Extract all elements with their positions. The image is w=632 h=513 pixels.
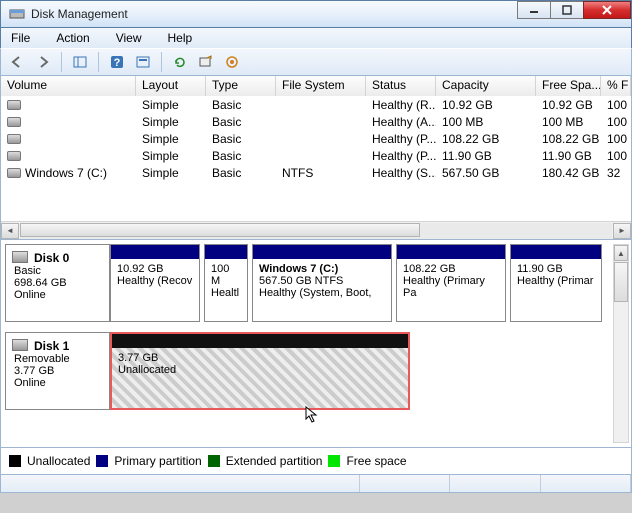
volume-list: Volume Layout Type File System Status Ca… (0, 76, 632, 240)
partition[interactable]: 108.22 GBHealthy (Primary Pa (396, 244, 506, 322)
disk-graphical-view: Disk 0Basic698.64 GBOnline10.92 GBHealth… (0, 240, 632, 448)
swatch-primary (96, 455, 108, 467)
minimize-button[interactable] (517, 1, 551, 19)
swatch-free (328, 455, 340, 467)
col-capacity[interactable]: Capacity (436, 76, 536, 96)
scroll-thumb[interactable] (614, 262, 628, 302)
legend-free: Free space (346, 454, 406, 468)
menu-file[interactable]: File (7, 30, 34, 46)
disk-label[interactable]: Disk 0Basic698.64 GBOnline (5, 244, 110, 322)
rescan-button[interactable] (196, 52, 216, 72)
toolbar-divider (161, 52, 162, 72)
partition[interactable]: 11.90 GBHealthy (Primar (510, 244, 602, 322)
close-button[interactable] (583, 1, 631, 19)
scroll-up-button[interactable]: ▲ (614, 245, 628, 261)
col-status[interactable]: Status (366, 76, 436, 96)
vertical-scrollbar[interactable]: ▲ (613, 244, 629, 443)
settings-button[interactable] (133, 52, 153, 72)
partition[interactable]: 100 MHealtl (204, 244, 248, 322)
list-header: Volume Layout Type File System Status Ca… (1, 76, 631, 96)
swatch-unallocated (9, 455, 21, 467)
drive-icon (7, 168, 21, 178)
drive-icon (7, 100, 21, 110)
swatch-extended (208, 455, 220, 467)
col-layout[interactable]: Layout (136, 76, 206, 96)
status-bar (0, 475, 632, 493)
col-volume[interactable]: Volume (1, 76, 136, 96)
disk-label[interactable]: Disk 1Removable3.77 GBOnline (5, 332, 110, 410)
menu-bar: File Action View Help (0, 28, 632, 48)
drive-icon (7, 117, 21, 127)
horizontal-scrollbar[interactable]: ◄ ► (1, 221, 631, 239)
legend-unallocated: Unallocated (27, 454, 90, 468)
refresh-button[interactable] (170, 52, 190, 72)
toolbar-divider (98, 52, 99, 72)
table-row[interactable]: SimpleBasicHealthy (R...10.92 GB10.92 GB… (1, 96, 631, 113)
disk-row: Disk 1Removable3.77 GBOnline3.77 GBUnall… (5, 332, 609, 410)
disk-icon (12, 251, 28, 263)
maximize-button[interactable] (550, 1, 584, 19)
col-freespace[interactable]: Free Spa... (536, 76, 601, 96)
title-bar: Disk Management (0, 0, 632, 28)
forward-button[interactable] (33, 52, 53, 72)
table-row[interactable]: SimpleBasicHealthy (P...11.90 GB11.90 GB… (1, 147, 631, 164)
col-pctfree[interactable]: % F (601, 76, 631, 96)
svg-text:?: ? (114, 57, 121, 69)
scroll-track[interactable] (20, 223, 612, 239)
disk-row: Disk 0Basic698.64 GBOnline10.92 GBHealth… (5, 244, 609, 322)
drive-icon (7, 151, 21, 161)
scroll-right-button[interactable]: ► (613, 223, 631, 239)
table-row[interactable]: SimpleBasicHealthy (A...100 MB100 MB100 (1, 113, 631, 130)
legend-extended: Extended partition (226, 454, 323, 468)
show-hide-tree-button[interactable] (70, 52, 90, 72)
toolbar-divider (61, 52, 62, 72)
menu-action[interactable]: Action (52, 30, 93, 46)
menu-help[interactable]: Help (164, 30, 197, 46)
col-filesystem[interactable]: File System (276, 76, 366, 96)
partition[interactable]: Windows 7 (C:)567.50 GB NTFSHealthy (Sys… (252, 244, 392, 322)
menu-view[interactable]: View (112, 30, 146, 46)
back-button[interactable] (7, 52, 27, 72)
drive-icon (7, 134, 21, 144)
partition[interactable]: 10.92 GBHealthy (Recov (110, 244, 200, 322)
table-row[interactable]: Windows 7 (C:)SimpleBasicNTFSHealthy (S.… (1, 164, 631, 181)
action-button[interactable] (222, 52, 242, 72)
legend: Unallocated Primary partition Extended p… (0, 448, 632, 475)
app-icon (9, 6, 25, 22)
table-row[interactable]: SimpleBasicHealthy (P...108.22 GB108.22 … (1, 130, 631, 147)
toolbar: ? (0, 48, 632, 76)
scroll-left-button[interactable]: ◄ (1, 223, 19, 239)
col-type[interactable]: Type (206, 76, 276, 96)
legend-primary: Primary partition (114, 454, 201, 468)
disk-icon (12, 339, 28, 351)
window-title: Disk Management (31, 7, 128, 21)
partition-unallocated[interactable]: 3.77 GBUnallocated (110, 332, 410, 410)
help-button[interactable]: ? (107, 52, 127, 72)
scroll-thumb[interactable] (20, 223, 420, 237)
